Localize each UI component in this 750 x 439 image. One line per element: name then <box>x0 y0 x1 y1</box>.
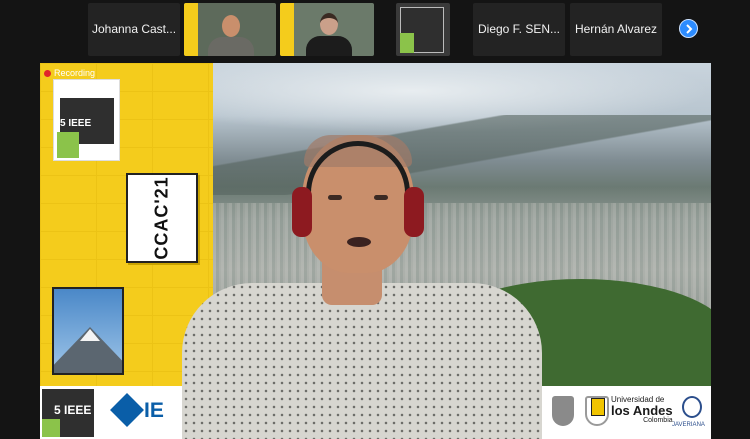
poster-accent <box>400 33 414 53</box>
participant-name: Hernán Alvarez <box>574 22 658 36</box>
recording-label: Recording <box>54 68 96 78</box>
participant-video-2[interactable] <box>280 3 374 56</box>
headphones-right-cup-icon <box>404 187 424 237</box>
participant-body <box>208 37 254 56</box>
record-dot-icon <box>44 70 51 77</box>
recording-indicator: Recording <box>44 68 95 78</box>
uandes-line2: los Andes <box>611 403 673 418</box>
ccac-banner-text: CCAC'21 <box>151 176 172 260</box>
participant-strip: Johanna Cast... Diego F. SEN... Hernán A… <box>0 3 750 56</box>
video-background <box>184 3 198 56</box>
shared-video: Recording 5 IEEE CCAC'21 5 IEEE IE TP Un… <box>40 63 711 439</box>
poster-logo-text: 5 IEEE <box>54 403 91 417</box>
participant-tile-diego[interactable]: Diego F. SEN... <box>473 3 565 56</box>
speaker-shirt <box>182 283 542 439</box>
javeriana-crest-icon <box>682 396 702 418</box>
participant-video-1[interactable] <box>184 3 276 56</box>
mountain-picture <box>52 287 124 375</box>
next-page-button[interactable] <box>679 19 698 38</box>
participant-face <box>222 15 240 37</box>
participant-face <box>320 13 338 35</box>
participant-name: Diego F. SEN... <box>477 22 561 36</box>
video-background <box>280 3 294 56</box>
participant-tile-poster[interactable] <box>396 3 450 56</box>
ieee-diamond-icon <box>110 393 144 427</box>
poster-logo-number: 5 <box>54 403 61 417</box>
participant-tile-johanna[interactable]: Johanna Cast... <box>88 3 180 56</box>
uandes-line3: Colombia <box>643 417 673 424</box>
participant-name: Johanna Cast... <box>91 22 177 36</box>
chevron-right-icon <box>686 24 693 34</box>
poster-logo: 5 IEEE <box>42 389 94 437</box>
participant-body <box>306 36 352 56</box>
speaker-mouth <box>347 237 371 247</box>
mountain-snow <box>80 329 100 341</box>
speaker <box>182 135 542 439</box>
poster-title: 5 IEEE <box>60 118 91 129</box>
uandes-logo: Universidad de los Andes Colombia <box>611 396 673 425</box>
uandes-badge-icon <box>591 398 605 416</box>
headphones-left-cup-icon <box>292 187 312 237</box>
poster-logo-brand: IEEE <box>64 403 92 417</box>
university-crest-icon <box>552 396 574 426</box>
conference-poster: 5 IEEE <box>53 79 120 161</box>
participant-tile-hernan[interactable]: Hernán Alvarez <box>570 3 662 56</box>
poster-green-accent <box>57 132 79 158</box>
ieee-logo-text: IE <box>144 399 164 422</box>
poster-brand: IEEE <box>68 118 92 129</box>
poster-number: 5 <box>60 118 66 129</box>
javeriana-label: JAVERIANA <box>672 422 705 428</box>
poster-logo-accent <box>42 419 60 437</box>
